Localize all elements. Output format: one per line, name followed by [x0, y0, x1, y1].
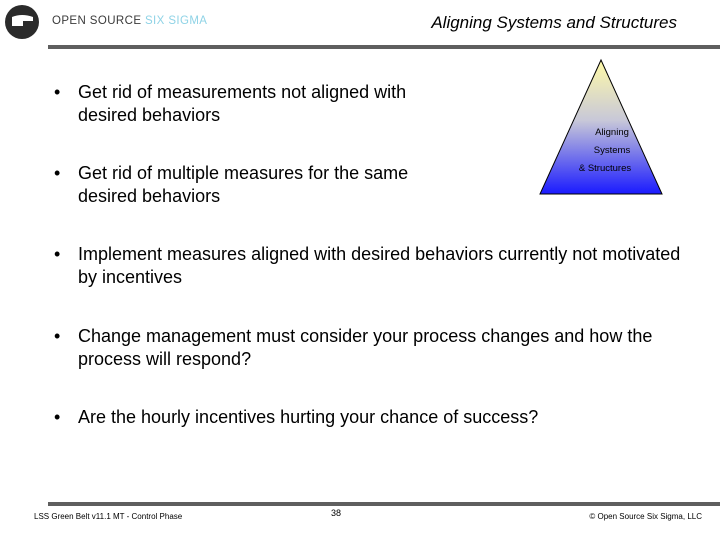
bullet-item: • Are the hourly incentives hurting your…: [54, 406, 694, 429]
pyramid-label-line: Systems: [594, 145, 631, 156]
slide-title: Aligning Systems and Structures: [431, 13, 677, 32]
bullet-marker: •: [54, 407, 61, 427]
logo-text-accent: SIX SIGMA: [144, 15, 208, 27]
pyramid-diagram: Aligning Systems & Structures: [539, 58, 663, 195]
bullet-text: Get rid of multiple measures for the sam…: [78, 163, 409, 206]
header-divider: [48, 45, 720, 49]
bullet-marker: •: [54, 82, 61, 102]
open-source-six-sigma-logo-icon: [5, 5, 39, 39]
bullet-item: • Get rid of measurements not aligned wi…: [54, 81, 454, 127]
footer-copyright: © Open Source Six Sigma, LLC: [589, 512, 702, 521]
bullet-text: Get rid of measurements not aligned with…: [78, 82, 407, 125]
bullet-marker: •: [54, 244, 61, 264]
bullet-item: • Change management must consider your p…: [54, 325, 694, 371]
pyramid-label-line: & Structures: [579, 163, 632, 174]
page-number: 38: [331, 508, 342, 518]
logo-text-primary: OPEN SOURCE: [52, 15, 145, 27]
bullet-text: Implement measures aligned with desired …: [78, 244, 681, 287]
logo-wordmark: OPEN SOURCE SIX SIGMA: [52, 15, 207, 27]
bullet-text: Change management must consider your pro…: [78, 326, 653, 369]
bullet-item: • Implement measures aligned with desire…: [54, 243, 694, 289]
bullet-text: Are the hourly incentives hurting your c…: [78, 407, 539, 427]
pyramid-label-line: Aligning: [595, 127, 629, 138]
footer-course-label: LSS Green Belt v11.1 MT - Control Phase: [34, 512, 183, 521]
footer-divider: [48, 502, 720, 506]
bullet-marker: •: [54, 163, 61, 183]
bullet-marker: •: [54, 326, 61, 346]
bullet-item: • Get rid of multiple measures for the s…: [54, 162, 454, 208]
